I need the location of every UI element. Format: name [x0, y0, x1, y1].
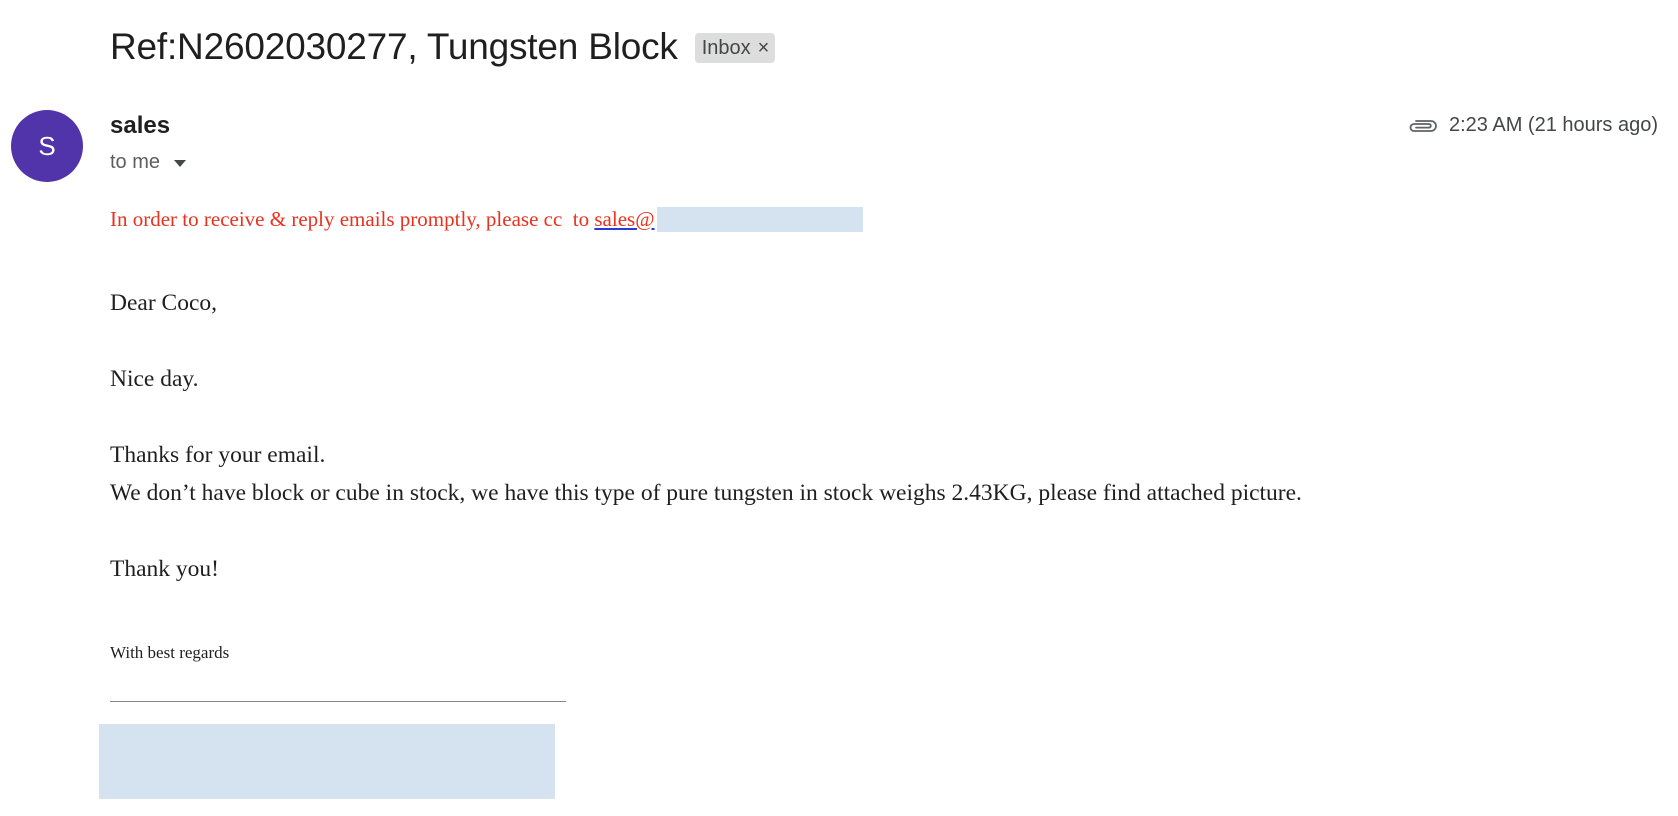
sender-avatar[interactable]: S: [11, 110, 83, 182]
email-subject: Ref:N2602030277, Tungsten Block: [110, 26, 678, 67]
chevron-down-icon[interactable]: [174, 160, 187, 167]
redacted-email-domain: [656, 207, 863, 232]
inbox-label-chip[interactable]: Inbox ×: [694, 33, 776, 63]
body-line-stock-info: We don’t have block or cube in stock, we…: [110, 480, 1302, 506]
remove-label-icon[interactable]: ×: [758, 36, 770, 60]
recipient-details-toggle[interactable]: to me: [110, 151, 187, 174]
message-timestamp: 2:23 AM (21 hours ago): [1448, 114, 1658, 136]
message-meta: 2:23 AM (21 hours ago): [1407, 114, 1658, 137]
signature-divider: [110, 701, 566, 702]
sender-name[interactable]: sales: [110, 112, 170, 140]
body-line-nice-day: Nice day.: [110, 366, 199, 392]
cc-notice-text: In order to receive & reply emails promp…: [110, 207, 595, 231]
sales-email-link[interactable]: sales@: [594, 207, 654, 232]
cc-notice: In order to receive & reply emails promp…: [110, 207, 863, 232]
closing-line: Thank you!: [110, 556, 219, 582]
inbox-label-text: Inbox: [701, 37, 751, 59]
body-line-thanks: Thanks for your email.: [110, 442, 326, 468]
redacted-signature: [99, 724, 555, 799]
subject-row: Ref:N2602030277, Tungsten Block Inbox ×: [110, 26, 776, 68]
to-me-text: to me: [110, 151, 161, 173]
signature-regards: With best regards: [110, 643, 230, 662]
paperclip-icon: [1409, 119, 1437, 132]
greeting: Dear Coco,: [110, 290, 218, 316]
avatar-initial: S: [38, 130, 56, 161]
